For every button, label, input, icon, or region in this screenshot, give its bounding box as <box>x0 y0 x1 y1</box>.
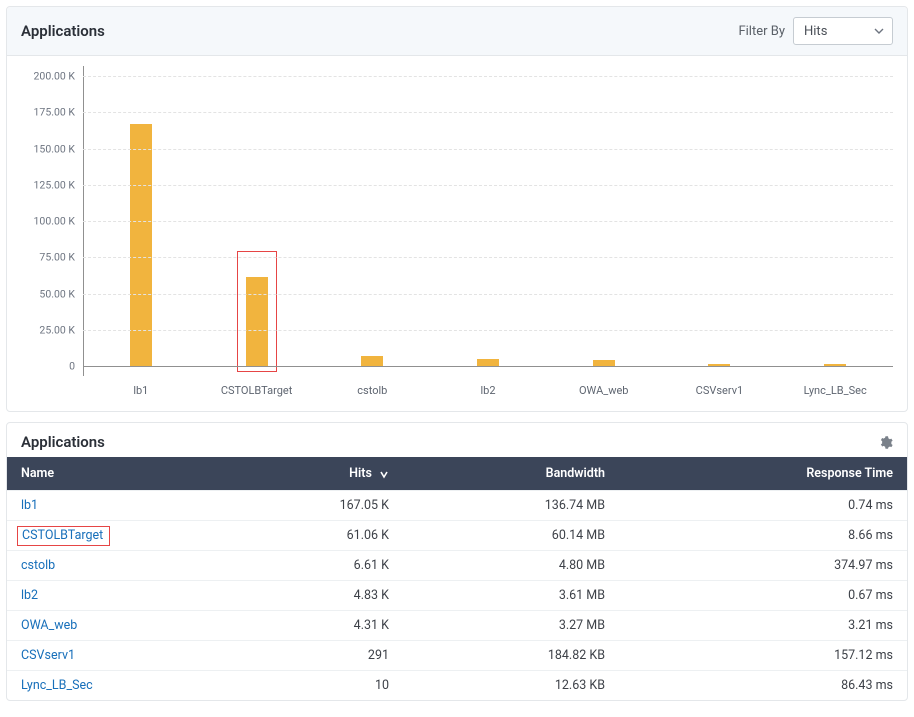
chart-gridline <box>83 294 893 295</box>
table-row: CSTOLBTarget 61.06 K60.14 MB8.66 ms <box>7 521 907 551</box>
x-tick-label: CSTOLBTarget <box>199 376 315 397</box>
cell-response_time: 0.74 ms <box>619 491 907 521</box>
chart-area: 0 25.00 K 50.00 K 75.00 K 100.00 K 125.00 K 15… <box>21 66 893 376</box>
x-tick-label: OWA_web <box>546 376 662 397</box>
x-tick-label: Lync_LB_Sec <box>777 376 893 397</box>
chart-x-labels: lb1CSTOLBTargetcstolblb2OWA_webCSVserv1L… <box>83 376 893 397</box>
table-row: cstolb 6.61 K4.80 MB374.97 ms <box>7 551 907 581</box>
table-row: lb1 167.05 K136.74 MB0.74 ms <box>7 491 907 521</box>
gear-icon[interactable] <box>878 435 893 450</box>
application-link[interactable]: OWA_web <box>21 618 77 633</box>
bar[interactable] <box>361 356 383 366</box>
bar[interactable] <box>246 277 268 366</box>
chart-plot <box>83 66 893 376</box>
cell-response_time: 86.43 ms <box>619 671 907 701</box>
chart-body: 0 25.00 K 50.00 K 75.00 K 100.00 K 125.00 K 15… <box>7 56 907 411</box>
x-tick-label: lb1 <box>83 376 199 397</box>
sort-down-icon <box>379 466 389 481</box>
col-header-name[interactable]: Name <box>7 457 241 491</box>
chart-gridline <box>83 221 893 222</box>
application-link[interactable]: cstolb <box>21 558 55 573</box>
cell-hits: 291 <box>241 641 403 671</box>
cell-bandwidth: 3.61 MB <box>403 581 619 611</box>
cell-hits: 4.83 K <box>241 581 403 611</box>
bar[interactable] <box>477 359 499 366</box>
x-tick-label: cstolb <box>314 376 430 397</box>
application-link[interactable]: Lync_LB_Sec <box>21 678 93 693</box>
cell-name: OWA_web <box>7 611 241 641</box>
cell-bandwidth: 184.82 KB <box>403 641 619 671</box>
cell-bandwidth: 3.27 MB <box>403 611 619 641</box>
y-tick-label: 0 <box>69 360 75 373</box>
cell-hits: 4.31 K <box>241 611 403 641</box>
cell-name: Lync_LB_Sec <box>7 671 241 701</box>
cell-hits: 61.06 K <box>241 521 403 551</box>
table-row: Lync_LB_Sec 1012.63 KB86.43 ms <box>7 671 907 701</box>
application-link[interactable]: lb2 <box>21 588 38 603</box>
filter-by-group: Filter By Hits <box>738 17 893 45</box>
application-link[interactable]: lb1 <box>21 498 38 513</box>
table-row: lb2 4.83 K3.61 MB0.67 ms <box>7 581 907 611</box>
cell-name: cstolb <box>7 551 241 581</box>
cell-name: lb2 <box>7 581 241 611</box>
cell-hits: 167.05 K <box>241 491 403 521</box>
cell-bandwidth: 12.63 KB <box>403 671 619 701</box>
table-panel-header: Applications <box>7 423 907 457</box>
col-header-response-time[interactable]: Response Time <box>619 457 907 491</box>
cell-response_time: 157.12 ms <box>619 641 907 671</box>
y-tick-label: 75.00 K <box>39 251 75 264</box>
cell-name: CSVserv1 <box>7 641 241 671</box>
applications-chart-panel: Applications Filter By Hits 0 25.00 K 50.0… <box>6 6 908 412</box>
row-highlight-box: CSTOLBTarget <box>17 526 110 546</box>
chart-gridline <box>83 185 893 186</box>
cell-bandwidth: 136.74 MB <box>403 491 619 521</box>
application-link[interactable]: CSTOLBTarget <box>22 528 103 543</box>
cell-name: CSTOLBTarget <box>7 521 241 551</box>
table-row: OWA_web 4.31 K3.27 MB3.21 ms <box>7 611 907 641</box>
x-tick-label: CSVserv1 <box>662 376 778 397</box>
x-tick-label: lb2 <box>430 376 546 397</box>
chart-gridline <box>83 112 893 113</box>
y-tick-label: 100.00 K <box>34 215 75 228</box>
y-tick-label: 200.00 K <box>34 70 75 83</box>
filter-by-select[interactable]: Hits <box>793 17 893 45</box>
chart-y-axis: 0 25.00 K 50.00 K 75.00 K 100.00 K 125.00 K 15… <box>21 66 83 376</box>
cell-response_time: 8.66 ms <box>619 521 907 551</box>
cell-bandwidth: 60.14 MB <box>403 521 619 551</box>
cell-bandwidth: 4.80 MB <box>403 551 619 581</box>
y-tick-label: 175.00 K <box>34 106 75 119</box>
chart-baseline <box>83 366 893 367</box>
applications-table-panel: Applications Name Hits Bandwidth Respon <box>6 422 908 701</box>
table-panel-title: Applications <box>21 433 105 451</box>
col-header-hits[interactable]: Hits <box>241 457 403 491</box>
cell-hits: 6.61 K <box>241 551 403 581</box>
cell-hits: 10 <box>241 671 403 701</box>
filter-by-label: Filter By <box>738 24 785 39</box>
table-header-row: Name Hits Bandwidth Response Time <box>7 457 907 491</box>
cell-response_time: 3.21 ms <box>619 611 907 641</box>
cell-response_time: 374.97 ms <box>619 551 907 581</box>
chart-gridline <box>83 149 893 150</box>
filter-by-value: Hits <box>804 24 827 39</box>
chart-gridline <box>83 76 893 77</box>
col-header-bandwidth[interactable]: Bandwidth <box>403 457 619 491</box>
y-tick-label: 150.00 K <box>34 142 75 155</box>
cell-response_time: 0.67 ms <box>619 581 907 611</box>
y-tick-label: 25.00 K <box>39 323 75 336</box>
applications-table: Name Hits Bandwidth Response Time lb1 167… <box>7 457 907 700</box>
chart-gridline <box>83 330 893 331</box>
y-tick-label: 125.00 K <box>34 178 75 191</box>
y-tick-label: 50.00 K <box>39 287 75 300</box>
chart-panel-title: Applications <box>21 22 105 40</box>
chevron-down-icon <box>874 26 884 36</box>
table-row: CSVserv1291184.82 KB157.12 ms <box>7 641 907 671</box>
chart-panel-header: Applications Filter By Hits <box>7 7 907 56</box>
chart-gridline <box>83 257 893 258</box>
cell-name: lb1 <box>7 491 241 521</box>
